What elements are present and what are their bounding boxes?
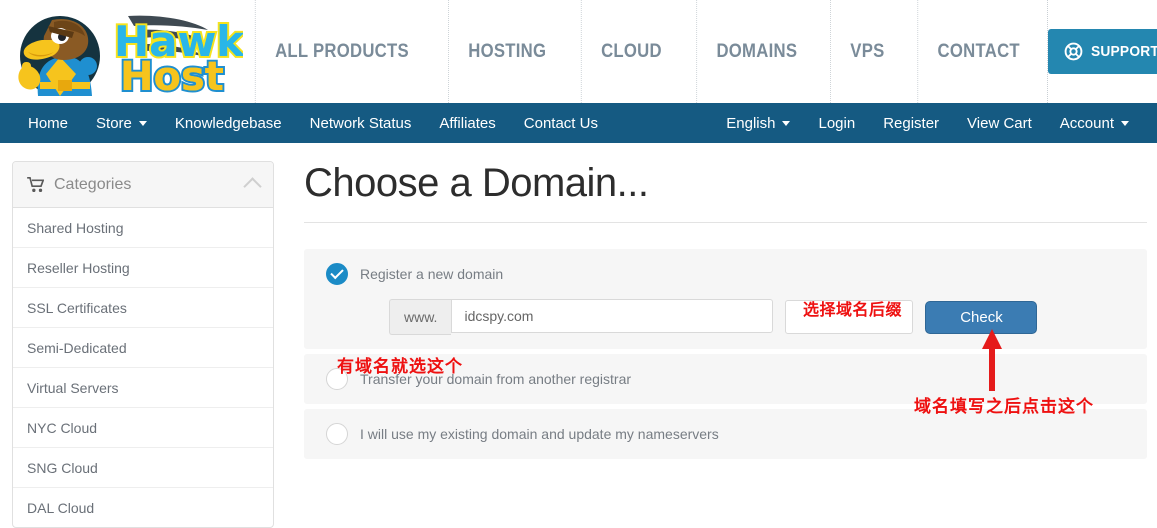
nav-label: View Cart [967,114,1032,132]
sidebar-item-label: Semi-Dedicated [27,339,127,356]
annotation-transfer-note: 有域名就选这个 [337,357,463,377]
sidebar-item-label: SNG Cloud [27,459,98,476]
chevron-down-icon [782,120,791,126]
option-label-register: Register a new domain [360,266,504,282]
nav-label: Contact Us [523,114,598,132]
sidebar-item-label: Reseller Hosting [27,259,130,276]
top-nav-label: HOSTING [468,40,547,62]
annotation-tld-note: 选择域名后缀 [803,300,903,319]
main-content: Choose a Domain... Register a new domain… [274,161,1157,528]
support-button-wrap: SUPPORT AND CLIENT AREA [1048,0,1157,103]
option-row-existing[interactable]: I will use my existing domain and update… [326,423,1125,445]
chevron-down-icon [138,120,147,126]
nav-item-view-cart[interactable]: View Cart [953,115,1046,132]
hawk-host-logo-graphic: Hawk Hawk Host Host [18,15,243,99]
nav-label: Knowledgebase [174,114,282,132]
top-nav-item-domains[interactable]: DOMAINS [696,0,816,103]
categories-header[interactable]: Categories [13,162,273,208]
option-label-existing: I will use my existing domain and update… [360,426,719,442]
sidebar-item-label: NYC Cloud [27,419,98,436]
chevron-up-icon[interactable] [243,177,262,196]
categories-title: Categories [54,175,132,193]
sidebar-item-dal-cloud[interactable]: DAL Cloud [13,488,273,527]
nav-item-language[interactable]: English [712,115,804,132]
site-logo[interactable]: Hawk Hawk Host Host [0,0,243,103]
option-row-register[interactable]: Register a new domain [326,263,1125,285]
chevron-down-icon [1121,120,1129,126]
top-nav-label: CONTACT [937,40,1020,62]
red-up-arrow-icon [982,329,1002,391]
sidebar-item-nyc-cloud[interactable]: NYC Cloud [13,408,273,448]
navbar-right-group: English Login Register View Cart Account [712,115,1143,132]
sidebar-item-ssl-certificates[interactable]: SSL Certificates [13,288,273,328]
top-nav-item-contact[interactable]: CONTACT [916,0,1039,103]
categories-sidebar: Categories Shared Hosting Reseller Hosti… [12,161,274,528]
nav-item-register[interactable]: Register [869,115,953,132]
sidebar-item-sng-cloud[interactable]: SNG Cloud [13,448,273,488]
nav-item-contact-us[interactable]: Contact Us [510,115,612,132]
nav-label: Login [818,114,856,132]
www-prefix-addon: www. [389,299,452,335]
top-nav-label: DOMAINS [716,40,798,62]
shopping-cart-icon [27,177,44,192]
domain-search-form: www. Check [326,299,1125,335]
title-divider [304,222,1147,223]
svg-text:Host: Host [120,54,224,99]
page-title: Choose a Domain... [304,161,649,205]
nav-label: Affiliates [439,114,496,132]
sidebar-item-semi-dedicated[interactable]: Semi-Dedicated [13,328,273,368]
sidebar-item-label: Shared Hosting [27,219,124,236]
nav-label: English [726,114,776,132]
radio-register-new-domain[interactable] [326,263,348,285]
lifebuoy-icon [1064,42,1083,61]
nav-item-knowledgebase[interactable]: Knowledgebase [161,115,296,132]
nav-item-store[interactable]: Store [82,115,161,132]
sidebar-item-shared-hosting[interactable]: Shared Hosting [13,208,273,248]
nav-label: Account [1059,114,1114,132]
radio-use-existing-domain[interactable] [326,423,348,445]
top-nav-label: VPS [849,40,885,62]
top-header: Hawk Hawk Host Host ALL PRODUCTS HOSTING… [0,0,1157,103]
main-navbar: Home Store Knowledgebase Network Status … [0,103,1157,143]
annotation-check-note: 域名填写之后点击这个 [914,397,1094,417]
check-icon [330,265,344,280]
top-nav-label: CLOUD [600,40,662,62]
nav-item-network-status[interactable]: Network Status [296,115,426,132]
nav-item-home[interactable]: Home [14,115,82,132]
nav-label: Home [28,114,69,132]
top-nav-item-all-products[interactable]: ALL PRODUCTS [254,0,428,103]
top-nav-label: ALL PRODUCTS [275,40,409,62]
sidebar-item-virtual-servers[interactable]: Virtual Servers [13,368,273,408]
navbar-left-group: Home Store Knowledgebase Network Status … [14,115,612,132]
nav-label: Network Status [309,114,412,132]
top-nav-item-hosting[interactable]: HOSTING [448,0,566,103]
domain-input-group: www. [389,299,774,335]
nav-item-affiliates[interactable]: Affiliates [425,115,509,132]
sidebar-item-reseller-hosting[interactable]: Reseller Hosting [13,248,273,288]
support-and-client-area-button[interactable]: SUPPORT AND CLIENT AREA [1048,29,1157,74]
domain-name-input[interactable] [451,299,774,333]
top-nav-item-cloud[interactable]: CLOUD [580,0,681,103]
nav-item-account[interactable]: Account [1046,115,1143,132]
primary-top-nav: ALL PRODUCTS HOSTING CLOUD DOMAINS VPS C… [243,0,1157,103]
support-button-label: SUPPORT AND CLIENT AREA [1091,43,1157,60]
option-panel-register-new-domain: Register a new domain www. Check [304,249,1147,349]
top-nav-item-vps[interactable]: VPS [829,0,904,103]
sidebar-item-label: DAL Cloud [27,499,95,516]
sidebar-item-label: Virtual Servers [27,379,119,396]
nav-label: Store [96,114,132,132]
sidebar-item-label: SSL Certificates [27,299,127,316]
nav-item-login[interactable]: Login [804,115,869,132]
nav-label: Register [883,114,940,132]
